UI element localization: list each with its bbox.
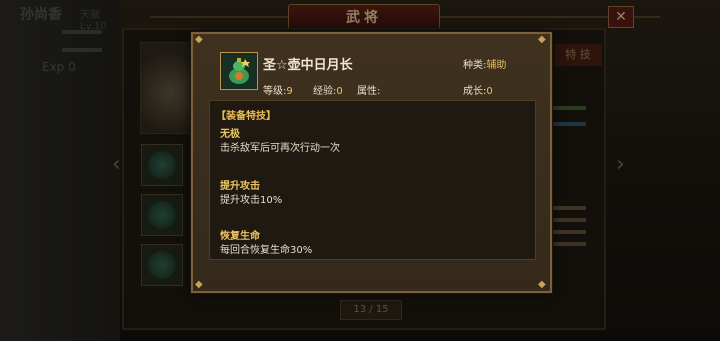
category-label: 种类: bbox=[463, 60, 487, 71]
exp-value: 0 bbox=[336, 86, 343, 97]
growth-stat: 成长:0 bbox=[463, 82, 493, 97]
skill-name: 恢复生命 bbox=[220, 231, 260, 242]
category-value: 辅助 bbox=[486, 60, 507, 71]
growth-value: 0 bbox=[486, 86, 493, 97]
level-label: 等级: bbox=[263, 86, 287, 97]
level-value: 9 bbox=[286, 86, 293, 97]
skill-name: 提升攻击 bbox=[220, 181, 260, 192]
skill-desc: 提升攻击10% bbox=[220, 195, 283, 206]
skill-desc: 每回合恢复生命30% bbox=[220, 245, 313, 256]
exp-label: 经验: bbox=[313, 86, 337, 97]
attr-stat: 属性: bbox=[357, 82, 380, 97]
item-icon-frame bbox=[220, 52, 258, 90]
corner-ornament-icon: ◆ bbox=[195, 34, 203, 45]
corner-ornament-icon: ◆ bbox=[538, 279, 546, 290]
growth-label: 成长: bbox=[463, 86, 487, 97]
level-stat: 等级:9 bbox=[263, 82, 293, 97]
exp-stat: 经验:0 bbox=[313, 82, 343, 97]
skill-desc: 击杀敌军后可再次行动一次 bbox=[220, 143, 340, 154]
gourd-icon bbox=[223, 55, 255, 87]
skill-info-panel: 【装备特技】 无极 击杀敌军后可再次行动一次 提升攻击 提升攻击10% 恢复生命… bbox=[209, 100, 536, 260]
equipment-detail-popup: ◆ ◆ ◆ ◆ 圣☆壶中日月长 等级:9 经验:0 属性: 种类:辅助 成长:0… bbox=[191, 32, 552, 293]
skill-name: 无极 bbox=[220, 129, 240, 140]
item-name: 圣☆壶中日月长 bbox=[263, 58, 353, 73]
attr-label: 属性: bbox=[357, 86, 381, 97]
section-title: 【装备特技】 bbox=[216, 111, 276, 122]
category-stat: 种类:辅助 bbox=[463, 56, 506, 71]
corner-ornament-icon: ◆ bbox=[195, 279, 203, 290]
corner-ornament-icon: ◆ bbox=[538, 34, 546, 45]
